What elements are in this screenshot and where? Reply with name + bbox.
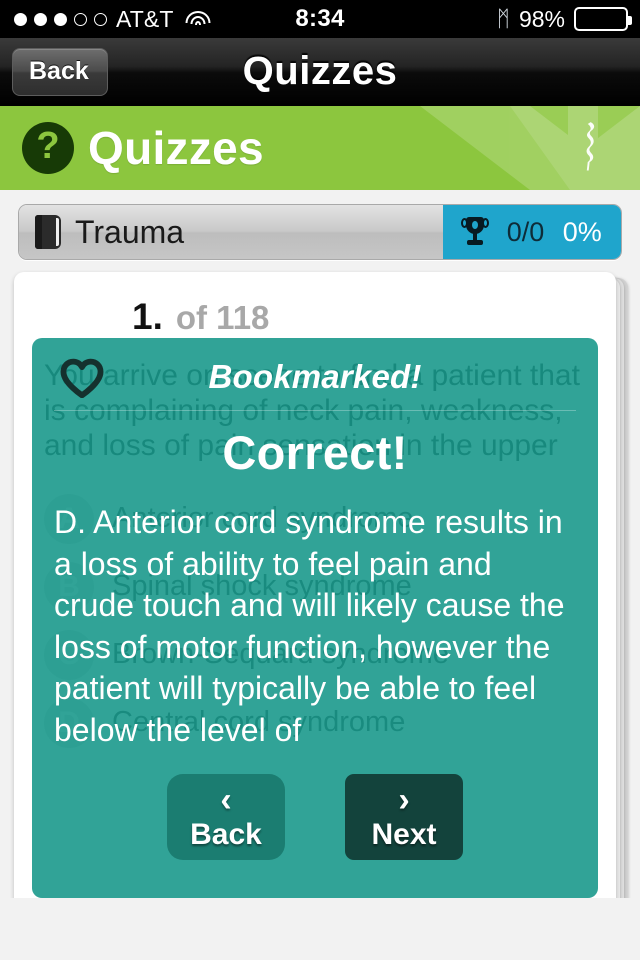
back-button[interactable]: Back <box>12 47 108 96</box>
previous-question-button[interactable]: ‹ Back <box>167 773 285 860</box>
status-bar: AT&T 8:34 ᛗ 98% <box>0 0 640 38</box>
star-of-life-decoration <box>420 106 640 190</box>
quiz-card: 1. of 118 You arrive on scene to find a … <box>14 272 616 922</box>
app-root: AT&T 8:34 ᛗ 98% Back Quizzes ? Quizzes T… <box>0 0 640 960</box>
answer-result-overlay: Bookmarked! Correct! D. Anterior cord sy… <box>32 338 598 898</box>
overlay-header: Bookmarked! <box>54 352 576 408</box>
question-mark-badge-icon: ? <box>22 122 74 174</box>
status-bar-left: AT&T <box>0 6 211 33</box>
carrier-label: AT&T <box>116 5 174 32</box>
chevron-left-icon: ‹ <box>220 780 232 819</box>
topic-bar[interactable]: Trauma 0/0 0% <box>18 204 622 260</box>
answer-explanation-text: D. Anterior cord syndrome results in a l… <box>54 504 565 748</box>
trophy-icon <box>461 217 490 247</box>
signal-strength-dots <box>14 12 107 26</box>
bookmarked-label: Bookmarked! <box>208 358 422 395</box>
status-bar-right: ᛗ 98% <box>497 6 640 33</box>
topic-name-label: Trauma <box>75 213 185 250</box>
section-banner: ? Quizzes <box>0 106 640 190</box>
question-number: 1. <box>132 296 163 337</box>
question-total: of 118 <box>175 299 270 336</box>
navigation-bar: Back Quizzes <box>0 38 640 106</box>
next-question-button[interactable]: › Next <box>345 773 463 860</box>
battery-percent-label: 98% <box>518 5 565 32</box>
topic-score-panel[interactable]: 0/0 0% <box>443 205 621 259</box>
result-verdict-label: Correct! <box>222 426 408 479</box>
bluetooth-icon: ᛗ <box>496 6 510 31</box>
score-fraction-label: 0/0 <box>506 216 545 247</box>
chevron-right-icon: › <box>398 780 410 819</box>
overlay-button-row: ‹ Back › Next <box>54 773 576 860</box>
overlay-divider <box>54 410 576 411</box>
topic-bar-container: Trauma 0/0 0% <box>0 190 640 272</box>
bottom-area <box>0 898 640 960</box>
previous-question-label: Back <box>190 817 262 851</box>
battery-icon <box>574 7 632 31</box>
quiz-card-stack: 1. of 118 You arrive on scene to find a … <box>14 272 628 932</box>
topic-bar-left[interactable]: Trauma <box>19 205 443 259</box>
book-icon <box>35 215 61 249</box>
banner-title: Quizzes <box>88 122 264 174</box>
score-percent-label: 0% <box>562 216 602 247</box>
wifi-icon <box>185 10 211 29</box>
next-question-label: Next <box>371 817 437 851</box>
